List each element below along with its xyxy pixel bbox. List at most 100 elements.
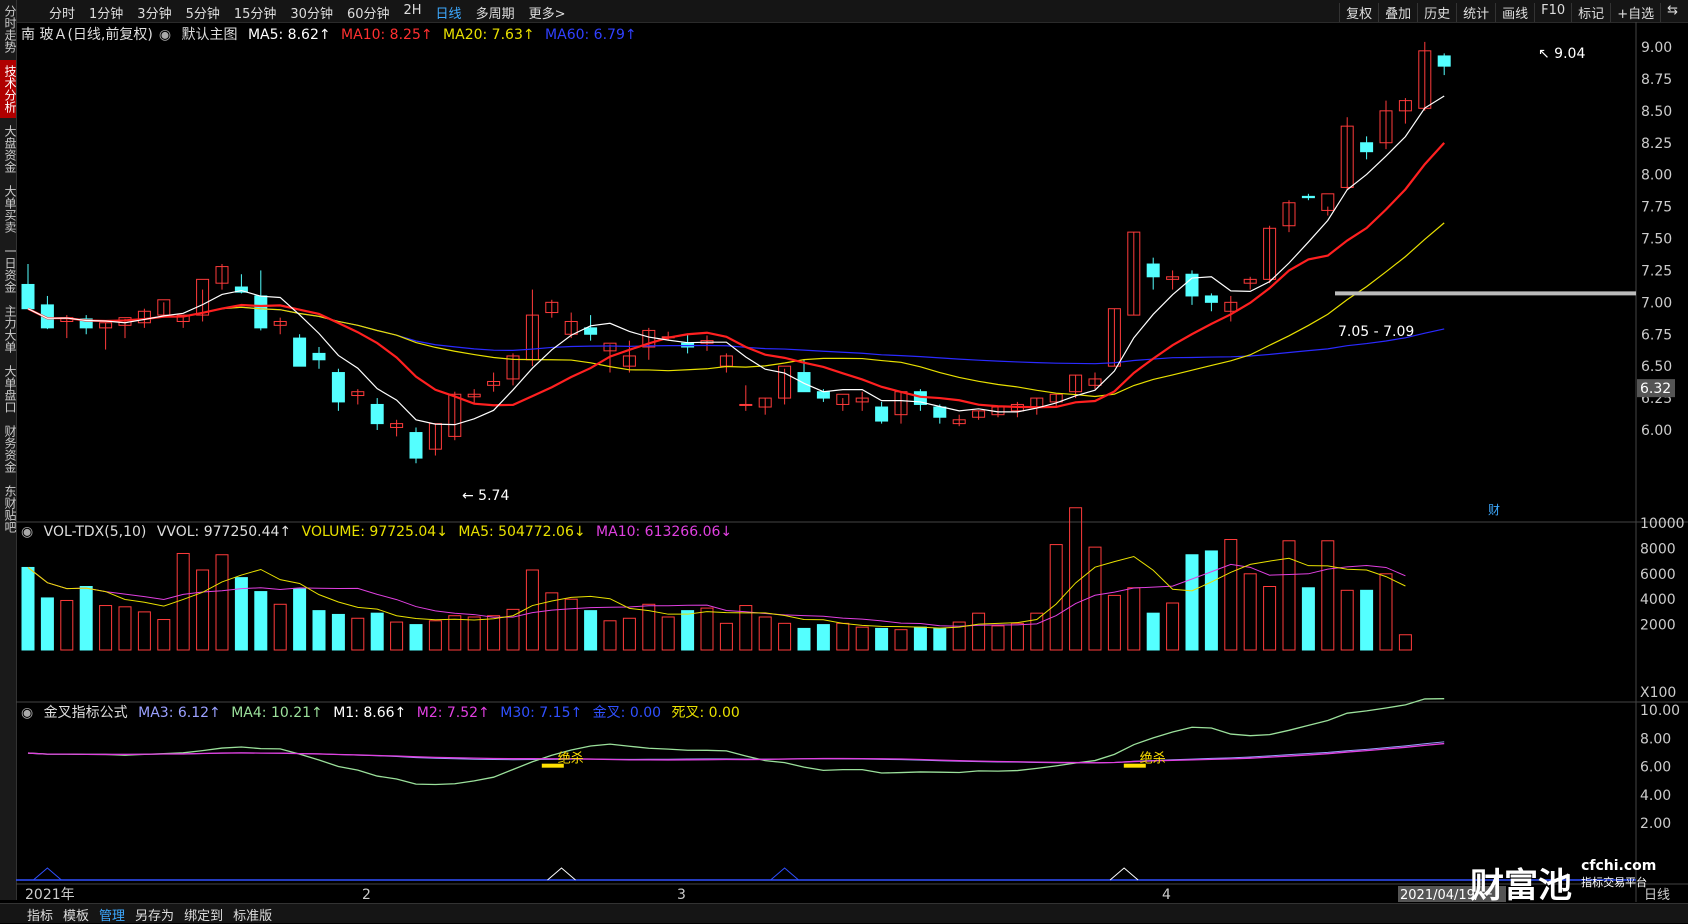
tab-3min[interactable]: 3分钟 (130, 3, 178, 22)
candle (331, 372, 345, 403)
candle (293, 337, 307, 367)
indicator-ma4-line (27, 698, 1445, 786)
volume-bar (875, 627, 889, 651)
volume-bar (836, 622, 850, 651)
volume-bar (681, 610, 695, 651)
volume-bar (1010, 622, 1024, 651)
tab-more[interactable]: 更多> (522, 3, 573, 22)
range-label: 7.05 - 7.09 (1338, 324, 1414, 340)
candle (21, 283, 35, 310)
volume-bar (913, 626, 927, 651)
candle (875, 406, 889, 422)
volume-bar (525, 569, 539, 651)
bottom-tab-standard[interactable]: 标准版 (228, 905, 277, 924)
volume-bar (137, 611, 151, 651)
x-axis-label: 3 (677, 887, 686, 902)
volume-bar (1282, 540, 1296, 651)
bottom-tab-manage[interactable]: 管理 (94, 905, 130, 924)
volume-bar (1360, 589, 1374, 651)
indicator-tick-label: 4.00 (1640, 788, 1671, 804)
volume-bar (1204, 550, 1218, 651)
tab-15min[interactable]: 15分钟 (227, 3, 284, 22)
high-price-label: ↖ 9.04 (1538, 46, 1585, 62)
volume-bar (79, 586, 93, 651)
bottom-toolbar: 指标 模板 管理 另存为 绑定到 标准版 (0, 903, 1688, 924)
volume-bar (1146, 612, 1160, 651)
volume-bar (176, 552, 190, 651)
history-button[interactable]: 历史 (1417, 3, 1456, 22)
volume-tick-label: 6000 (1640, 567, 1676, 583)
volume-bar (448, 615, 462, 651)
volume-bar (584, 610, 598, 651)
tab-30min[interactable]: 30分钟 (283, 3, 340, 22)
volume-bar (312, 610, 326, 651)
swap-icon[interactable]: ⇆ (1660, 3, 1684, 22)
signal-triangle (33, 867, 62, 881)
kline-chart[interactable]: 绝杀 绝杀 9.00 8.75 8.50 8.25 8.00 7.75 7.50 7.25 7.0… (0, 22, 1688, 902)
add-watchlist-button[interactable]: +自选 (1610, 3, 1660, 22)
volume-bar (1379, 573, 1393, 651)
bottom-tab-save-as[interactable]: 另存为 (130, 905, 179, 924)
volume-bar (855, 626, 869, 651)
volume-bar (797, 627, 811, 651)
tab-daily[interactable]: 日线 (429, 3, 469, 22)
volume-bar (894, 629, 908, 651)
price-tick-label: 8.50 (1641, 104, 1672, 120)
candle (584, 327, 598, 335)
bottom-tab-bind[interactable]: 绑定到 (179, 905, 228, 924)
volume-bar (157, 619, 171, 651)
volume-unit-label: X100 (1640, 685, 1676, 701)
volume-bar (390, 621, 404, 651)
price-tick-label: 7.00 (1641, 295, 1672, 311)
volume-bar (1321, 540, 1335, 651)
tab-multi-period[interactable]: 多周期 (469, 3, 522, 22)
tab-60min[interactable]: 60分钟 (340, 3, 397, 22)
volume-bar (273, 603, 287, 651)
volume-bar (700, 607, 714, 651)
volume-bar (118, 606, 132, 651)
mark-button[interactable]: 标记 (1571, 3, 1610, 22)
tab-fenshi[interactable]: 分时 (42, 3, 82, 22)
volume-bar (215, 554, 229, 651)
volume-bar (778, 622, 792, 651)
ma60-line (27, 306, 1445, 365)
indicator-tick-label: 8.00 (1640, 731, 1671, 747)
volume-bar (1224, 539, 1238, 651)
volume-bar (1398, 634, 1412, 651)
f10-button[interactable]: F10 (1534, 3, 1571, 22)
candle (1301, 195, 1315, 199)
volume-bar (933, 627, 947, 651)
volume-bar (991, 625, 1005, 651)
volume-bar (1030, 612, 1044, 651)
volume-bar (1049, 544, 1063, 651)
volume-bar (428, 620, 442, 651)
indicator-tick-label: 10.00 (1640, 703, 1680, 719)
draw-line-button[interactable]: 画线 (1495, 3, 1534, 22)
fuquan-button[interactable]: 复权 (1339, 3, 1378, 22)
tab-5min[interactable]: 5分钟 (179, 3, 227, 22)
bottom-tab-indicator[interactable]: 指标 (22, 905, 58, 924)
volume-bar (1069, 507, 1083, 651)
volume-bar (409, 624, 423, 651)
candle (933, 406, 947, 418)
tool-buttons: 复权 叠加 历史 统计 画线 F10 标记 +自选 ⇆ (1339, 3, 1684, 22)
x-axis-label: 2 (362, 887, 371, 902)
volume-bar (196, 569, 210, 651)
volume-bar (1340, 589, 1354, 651)
candle (370, 403, 384, 425)
volume-bar (331, 613, 345, 651)
tab-1min[interactable]: 1分钟 (82, 3, 130, 22)
bottom-tabs: 指标 模板 管理 另存为 绑定到 标准版 (22, 905, 277, 924)
volume-bar (370, 612, 384, 651)
bottom-tab-template[interactable]: 模板 (58, 905, 94, 924)
volume-bar (487, 615, 501, 651)
watermark-brand: 财富池 (1470, 866, 1572, 906)
kill-label: 绝杀 (1140, 750, 1166, 766)
indicator-tick-label: 2.00 (1640, 816, 1671, 832)
price-tick-label: 8.75 (1641, 72, 1672, 88)
price-tick-label: 7.25 (1641, 263, 1672, 279)
tab-2h[interactable]: 2H (397, 3, 429, 22)
stats-button[interactable]: 统计 (1456, 3, 1495, 22)
overlay-button[interactable]: 叠加 (1378, 3, 1417, 22)
volume-bar (816, 624, 830, 651)
